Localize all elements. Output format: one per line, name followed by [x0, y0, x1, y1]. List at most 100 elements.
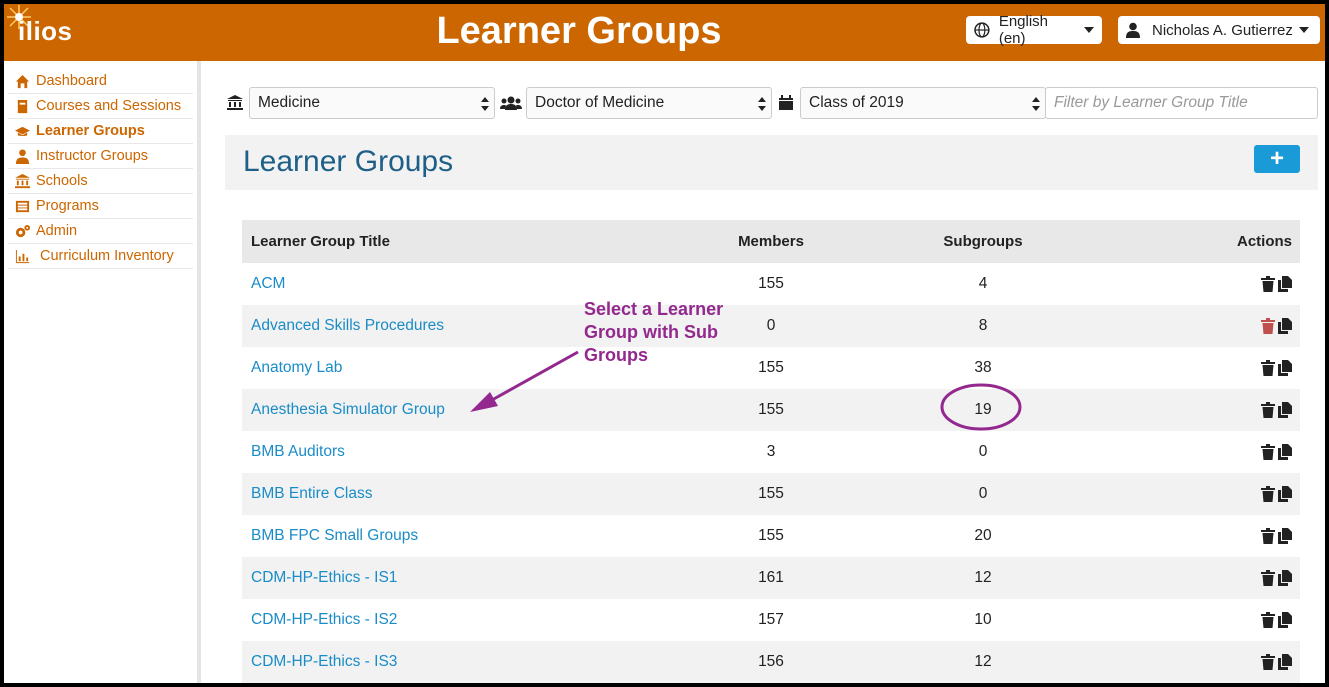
column-header-members[interactable]: Members [682, 233, 860, 250]
subgroups-count: 4 [978, 275, 988, 292]
column-header-title[interactable]: Learner Group Title [242, 233, 682, 250]
title-filter-input[interactable]: Filter by Learner Group Title [1045, 87, 1318, 119]
sidebar-item-programs[interactable]: Programs [8, 194, 193, 219]
book-icon [14, 98, 30, 114]
subgroups-count: 12 [974, 653, 992, 670]
trash-icon[interactable] [1261, 318, 1275, 334]
members-count: 156 [758, 653, 784, 670]
title-filter-placeholder: Filter by Learner Group Title [1054, 94, 1248, 111]
graduation-cap-icon [14, 123, 30, 139]
learner-group-link[interactable]: BMB Entire Class [251, 485, 372, 502]
learner-group-link[interactable]: ACM [251, 275, 285, 292]
learner-group-link[interactable]: CDM-HP-Ethics - IS2 [251, 611, 397, 628]
members-count: 157 [758, 611, 784, 628]
learner-group-link[interactable]: Anatomy Lab [251, 359, 342, 376]
sidebar-item-admin[interactable]: Admin [8, 219, 193, 244]
table-row: CDM-HP-Ethics - IS3 156 12 [242, 641, 1300, 683]
subgroups-count: 19 [974, 401, 992, 418]
column-header-actions: Actions [1236, 233, 1292, 250]
learner-group-link[interactable]: BMB FPC Small Groups [251, 527, 418, 544]
panel-body: Learner Group Title Members Subgroups Ac… [225, 190, 1318, 683]
trash-icon[interactable] [1261, 612, 1275, 628]
trash-icon[interactable] [1261, 486, 1275, 502]
copy-icon[interactable] [1278, 570, 1292, 586]
table-row: Anatomy Lab 155 38 [242, 347, 1300, 389]
sidebar-item-label: Courses and Sessions [36, 98, 182, 114]
trash-icon[interactable] [1261, 528, 1275, 544]
table-body: ACM 155 4 Advanced Skills Procedures 0 8 Anato… [242, 263, 1300, 683]
language-label: English (en) [998, 13, 1049, 47]
list-alt-icon [14, 198, 30, 214]
language-selector[interactable]: English (en) [966, 13, 1102, 47]
bar-chart-icon [14, 248, 30, 264]
trash-icon[interactable] [1261, 276, 1275, 292]
learner-group-link[interactable]: CDM-HP-Ethics - IS1 [251, 569, 397, 586]
copy-icon[interactable] [1278, 318, 1292, 334]
sidebar-item-label: Schools [36, 173, 88, 189]
members-count: 155 [758, 401, 784, 418]
subgroups-count: 0 [978, 443, 988, 460]
add-learner-group-button[interactable]: + [1254, 145, 1300, 173]
user-md-icon [14, 148, 30, 164]
school-select[interactable]: Medicine [249, 87, 495, 119]
table-header: Learner Group Title Members Subgroups Ac… [242, 220, 1300, 263]
trash-icon[interactable] [1261, 570, 1275, 586]
copy-icon[interactable] [1278, 402, 1292, 418]
program-select-value: Doctor of Medicine [535, 94, 665, 111]
learner-group-link[interactable]: Anesthesia Simulator Group [251, 401, 445, 418]
sidebar-item-curriculum-inventory[interactable]: Curriculum Inventory [8, 244, 193, 269]
panel-title: Learner Groups [243, 145, 454, 178]
sidebar-item-label: Curriculum Inventory [40, 248, 174, 264]
table-row: BMB Auditors 3 0 [242, 431, 1300, 473]
subgroups-count: 38 [974, 359, 992, 376]
copy-icon[interactable] [1278, 486, 1292, 502]
learner-group-link[interactable]: Advanced Skills Procedures [251, 317, 444, 334]
cohort-select-value: Class of 2019 [809, 94, 904, 111]
learner-groups-panel: Learner Groups + Learner Group Title Mem… [225, 135, 1318, 683]
user-menu[interactable]: Nicholas A. Gutierrez [1118, 16, 1320, 44]
annotation-callout: Select a Learner Group with Sub Groups [584, 298, 723, 367]
members-count: 155 [758, 275, 784, 292]
chevron-down-icon [1084, 27, 1094, 33]
trash-icon[interactable] [1261, 402, 1275, 418]
sidebar-item-instructor-groups[interactable]: Instructor Groups [8, 144, 193, 169]
copy-icon[interactable] [1278, 528, 1292, 544]
trash-icon[interactable] [1261, 444, 1275, 460]
sidebar-item-label: Instructor Groups [36, 148, 149, 164]
program-select[interactable]: Doctor of Medicine [526, 87, 772, 119]
annotation-line: Select a Learner [584, 299, 724, 319]
members-count: 155 [758, 527, 784, 544]
subgroups-count: 0 [978, 485, 988, 502]
column-header-subgroups[interactable]: Subgroups [860, 233, 1106, 250]
copy-icon[interactable] [1278, 444, 1292, 460]
table-row: BMB FPC Small Groups 155 20 [242, 515, 1300, 557]
members-count: 161 [758, 569, 784, 586]
top-header: ilios Learner Groups English (en) Nichol… [4, 4, 1325, 61]
copy-icon[interactable] [1278, 612, 1292, 628]
sidebar-item-courses[interactable]: Courses and Sessions [8, 94, 193, 119]
university-icon [14, 173, 30, 189]
copy-icon[interactable] [1278, 654, 1292, 670]
trash-icon[interactable] [1261, 360, 1275, 376]
university-icon [226, 95, 244, 111]
table-row: CDM-HP-Ethics - IS1 161 12 [242, 557, 1300, 599]
learner-group-link[interactable]: CDM-HP-Ethics - IS3 [251, 653, 397, 670]
updown-arrows-icon [1032, 97, 1040, 111]
home-icon [14, 73, 30, 89]
cohort-select[interactable]: Class of 2019 [800, 87, 1046, 119]
learner-group-link[interactable]: BMB Auditors [251, 443, 345, 460]
cogs-icon [14, 223, 30, 239]
copy-icon[interactable] [1278, 276, 1292, 292]
filter-bar: Medicine Doctor of Medicine Class of 201… [226, 87, 1318, 119]
sidebar-item-dashboard[interactable]: Dashboard [8, 69, 193, 94]
annotation-line: Groups [584, 345, 649, 365]
copy-icon[interactable] [1278, 360, 1292, 376]
annotation-line: Group with Sub [584, 322, 718, 342]
sidebar-nav: Dashboard Courses and Sessions Learner G… [4, 61, 201, 683]
members-count: 155 [758, 485, 784, 502]
updown-arrows-icon [481, 97, 489, 111]
sidebar-item-learner-groups[interactable]: Learner Groups [8, 119, 193, 144]
trash-icon[interactable] [1261, 654, 1275, 670]
sidebar-item-schools[interactable]: Schools [8, 169, 193, 194]
sidebar-item-label: Learner Groups [36, 123, 145, 139]
